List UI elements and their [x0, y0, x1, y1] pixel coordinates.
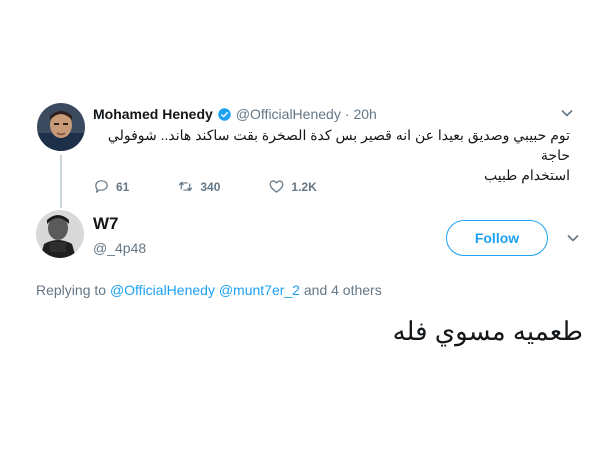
chevron-down-icon[interactable] [560, 106, 574, 125]
follow-button[interactable]: Follow [446, 220, 548, 256]
tweet-actions: 61 340 1.2K [93, 178, 317, 195]
reply-tweet-text: طعميه مسوي فله [392, 316, 583, 346]
replying-user-link-2[interactable]: @munt7er_2 [219, 282, 300, 298]
avatar-reply-image [36, 210, 84, 258]
timestamp[interactable]: 20h [353, 106, 376, 122]
reply-handle[interactable]: @_4p48 [93, 240, 146, 256]
original-tweet-header: Mohamed Henedy @OfficialHenedy · 20h [93, 106, 377, 122]
time-separator: · [344, 106, 350, 122]
original-tweet-text: توم حبيبي وصديق بعيدا عن انه قصير بس كدة… [93, 125, 570, 185]
thread-line [60, 155, 62, 208]
avatar-original-image [37, 103, 85, 151]
replying-to: Replying to @OfficialHenedy @munt7er_2 a… [36, 282, 382, 298]
reply-icon [93, 178, 110, 195]
display-name[interactable]: Mohamed Henedy [93, 106, 213, 122]
like-icon [268, 178, 285, 195]
verified-badge-icon [217, 107, 232, 122]
avatar-original[interactable] [37, 103, 85, 151]
handle[interactable]: @OfficialHenedy [236, 106, 341, 122]
retweet-action[interactable]: 340 [177, 178, 220, 195]
tweet-text-line-1: توم حبيبي وصديق بعيدا عن انه قصير بس كدة… [107, 127, 570, 163]
reply-action[interactable]: 61 [93, 178, 129, 195]
reply-display-name[interactable]: W7 [93, 214, 119, 234]
replying-others[interactable]: and 4 others [304, 282, 382, 298]
reply-count: 61 [116, 179, 130, 194]
chevron-down-icon[interactable] [566, 231, 580, 250]
avatar-reply[interactable] [36, 210, 84, 258]
retweet-count: 340 [200, 179, 221, 194]
replying-prefix: Replying to [36, 282, 107, 298]
like-action[interactable]: 1.2K [268, 178, 317, 195]
like-count: 1.2K [291, 179, 317, 194]
retweet-icon [177, 178, 194, 195]
replying-user-link-1[interactable]: @OfficialHenedy [110, 282, 215, 298]
